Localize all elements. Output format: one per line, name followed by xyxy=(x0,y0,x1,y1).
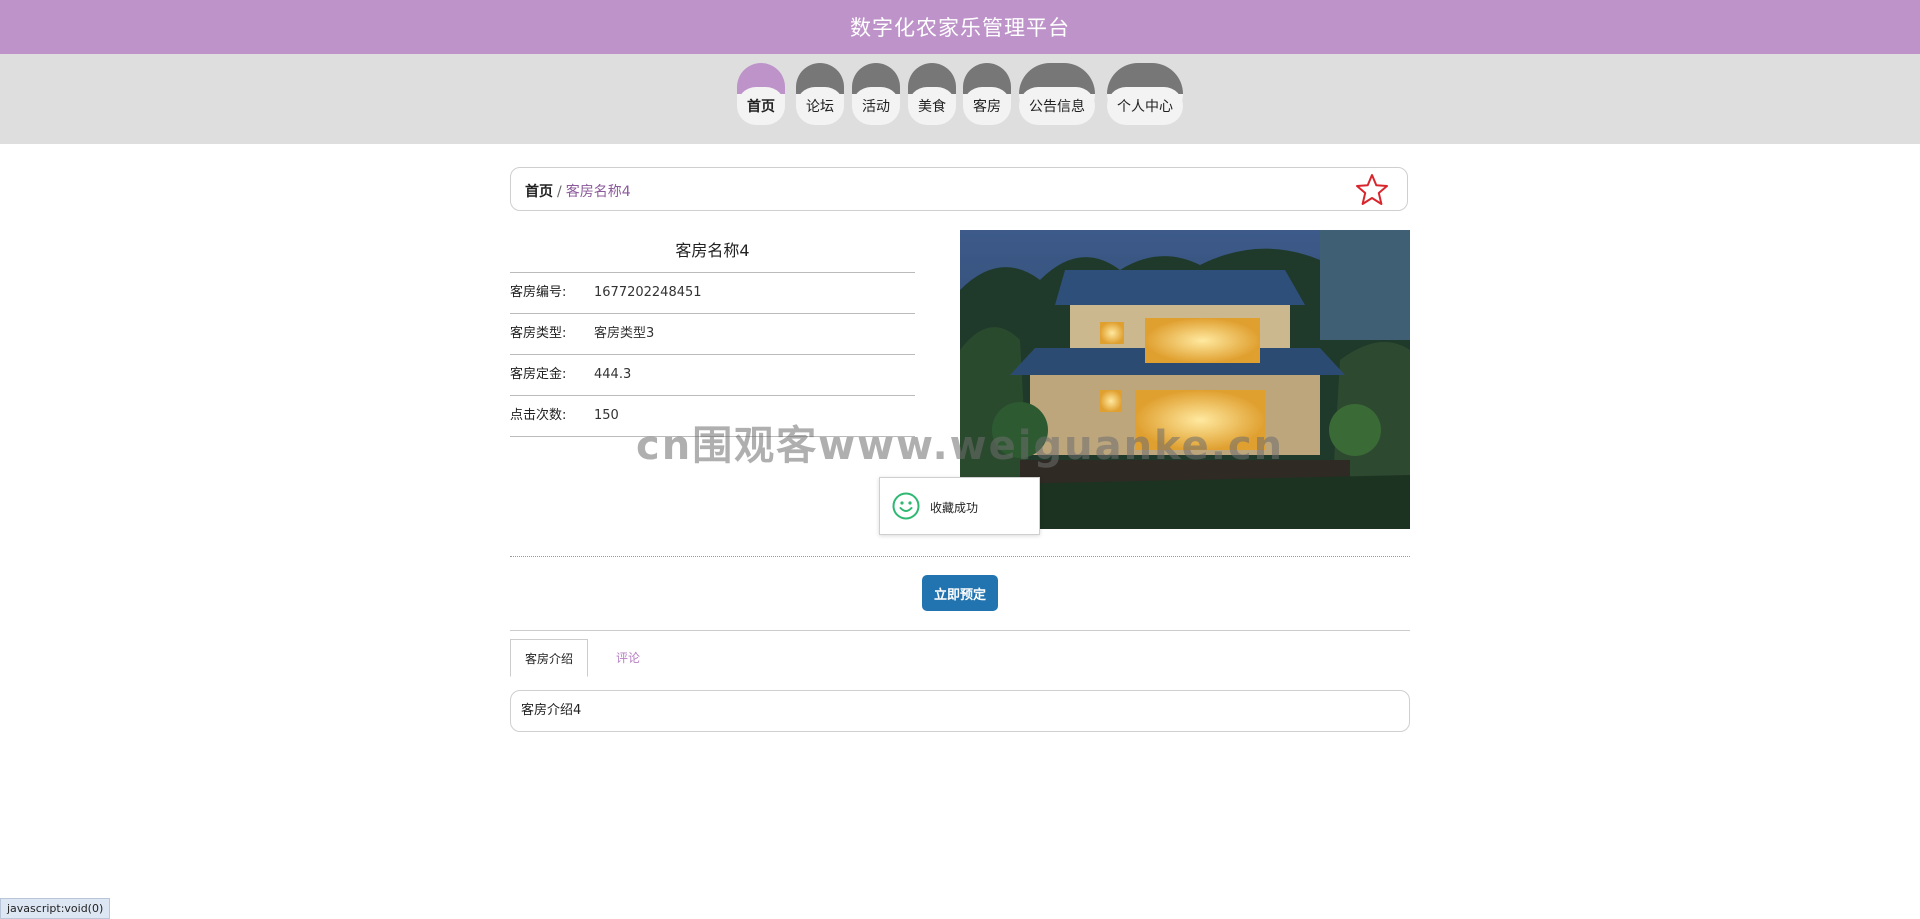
nav-item-label: 个人中心 xyxy=(1107,87,1183,125)
star-outline-icon[interactable] xyxy=(1355,173,1389,207)
browser-status-bar: javascript:void(0) xyxy=(0,898,111,919)
field-value: 1677202248451 xyxy=(594,285,702,300)
nav-item-label: 活动 xyxy=(852,87,900,125)
nav-item-forum[interactable]: 论坛 xyxy=(796,63,844,125)
nav-item-label: 美食 xyxy=(908,87,956,125)
toast-message: 收藏成功 xyxy=(930,501,979,515)
field-label: 客房编号: xyxy=(510,285,567,300)
nav-item-label: 公告信息 xyxy=(1019,87,1095,125)
divider xyxy=(510,556,1410,557)
divider xyxy=(510,630,1410,631)
site-title: 数字化农家乐管理平台 xyxy=(850,16,1070,40)
smiley-icon xyxy=(892,492,920,520)
nav-item-notices[interactable]: 公告信息 xyxy=(1019,63,1095,125)
nav-item-food[interactable]: 美食 xyxy=(908,63,956,125)
tab-comments[interactable]: 评论 xyxy=(596,639,660,677)
field-value: 客房类型3 xyxy=(594,326,655,341)
field-row-room-type: 客房类型: 客房类型3 xyxy=(510,314,915,355)
room-name: 客房名称4 xyxy=(510,230,915,273)
field-row-room-number: 客房编号: 1677202248451 xyxy=(510,273,915,314)
room-info-panel: 客房名称4 客房编号: 1677202248451 客房类型: 客房类型3 客房… xyxy=(510,230,915,437)
nav-item-home[interactable]: 首页 xyxy=(737,63,785,125)
nav-item-label: 客房 xyxy=(963,87,1011,125)
top-header: 数字化农家乐管理平台 xyxy=(0,0,1920,54)
field-value: 150 xyxy=(594,408,619,423)
toast-notification: 收藏成功 xyxy=(879,477,1040,535)
nav-item-activities[interactable]: 活动 xyxy=(852,63,900,125)
nav-item-label: 论坛 xyxy=(796,87,844,125)
room-description: 客房介绍4 xyxy=(510,690,1410,732)
nav-item-label: 首页 xyxy=(737,87,785,125)
field-label: 点击次数: xyxy=(510,408,567,423)
field-label: 客房类型: xyxy=(510,326,567,341)
field-value: 444.3 xyxy=(594,367,632,382)
field-label: 客房定金: xyxy=(510,367,567,382)
field-row-deposit: 客房定金: 444.3 xyxy=(510,355,915,396)
nav-item-profile[interactable]: 个人中心 xyxy=(1107,63,1183,125)
watermark-text: cn围观客www.weiguanke.cn xyxy=(636,423,1285,469)
nav-item-rooms[interactable]: 客房 xyxy=(963,63,1011,125)
breadcrumb-separator: / xyxy=(557,184,562,200)
breadcrumb-bar: 首页 / 客房名称4 xyxy=(510,167,1408,211)
breadcrumb-current: 客房名称4 xyxy=(565,184,631,200)
main-nav: 首页 论坛 活动 美食 客房 公告信息 个人中心 xyxy=(0,63,1920,127)
breadcrumb-home-link[interactable]: 首页 xyxy=(525,184,553,200)
book-now-button[interactable]: 立即预定 xyxy=(922,575,998,611)
breadcrumb: 首页 / 客房名称4 xyxy=(525,181,631,201)
tab-room-intro[interactable]: 客房介绍 xyxy=(510,639,588,677)
